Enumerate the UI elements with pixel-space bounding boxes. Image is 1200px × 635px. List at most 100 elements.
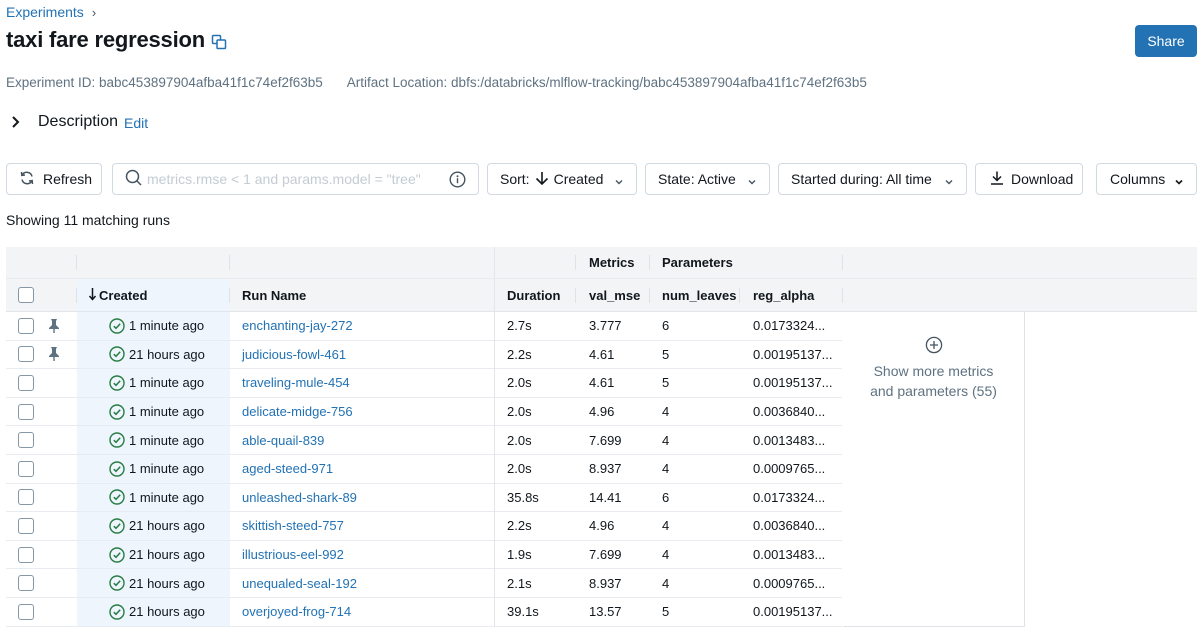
refresh-button[interactable]: Refresh: [6, 163, 102, 195]
table-row[interactable]: 21 hours ago illustrious-eel-992 1.9s 7.699…: [6, 540, 842, 570]
val-mse-cell: 13.57: [589, 604, 622, 620]
breadcrumb-experiments-link[interactable]: Experiments: [6, 4, 84, 20]
status-success-icon: [109, 518, 125, 534]
table-row[interactable]: 21 hours ago overjoyed-frog-714 39.1s 13.57…: [6, 598, 842, 627]
run-name-link[interactable]: judicious-fowl-461: [242, 341, 346, 369]
val-mse-cell: 7.699: [589, 432, 622, 448]
duration-cell: 39.1s: [507, 604, 539, 620]
duration-cell: 35.8s: [507, 489, 539, 505]
sort-label: Sort:: [500, 171, 530, 187]
search-input[interactable]: [147, 171, 447, 187]
refresh-label: Refresh: [43, 171, 93, 187]
run-name-link[interactable]: enchanting-jay-272: [242, 312, 353, 340]
chevron-right-icon[interactable]: [10, 115, 22, 129]
column-header-duration[interactable]: Duration: [507, 279, 560, 311]
started-during-label: Started during: All time: [791, 171, 932, 187]
row-checkbox[interactable]: [18, 432, 34, 449]
row-checkbox[interactable]: [18, 517, 34, 534]
table-row[interactable]: 21 hours ago judicious-fowl-461 2.2s 4.61 5 0…: [6, 340, 842, 370]
column-header-run-name[interactable]: Run Name: [242, 279, 306, 311]
table-row[interactable]: 1 minute ago able-quail-839 2.0s 7.699 4 0.00…: [6, 426, 842, 455]
table-group-header: Metrics Parameters: [6, 247, 1197, 278]
row-checkbox[interactable]: [18, 603, 34, 620]
column-header-reg-alpha[interactable]: reg_alpha: [753, 279, 814, 311]
column-header-created[interactable]: Created: [88, 279, 147, 311]
run-name-link[interactable]: delicate-midge-756: [242, 398, 353, 426]
table-column-header: Created Run Name Duration val_mse num_le…: [6, 278, 1197, 313]
run-name-link[interactable]: skittish-steed-757: [242, 512, 344, 540]
show-more-columns-button[interactable]: Show more metrics and parameters (55): [843, 312, 1025, 627]
run-name-link[interactable]: illustrious-eel-992: [242, 541, 344, 569]
row-checkbox[interactable]: [18, 546, 34, 563]
parameters-group-header: Parameters: [662, 255, 733, 270]
duration-cell: 2.7s: [507, 318, 532, 334]
experiment-meta: Experiment ID: babc453897904afba41f1c74e…: [6, 75, 867, 90]
experiment-id: Experiment ID: babc453897904afba41f1c74e…: [6, 75, 323, 90]
run-name-link[interactable]: able-quail-839: [242, 426, 324, 454]
created-time: 21 hours ago: [129, 604, 205, 620]
status-success-icon: [109, 432, 125, 448]
created-time: 1 minute ago: [129, 461, 205, 477]
val-mse-cell: 4.61: [589, 375, 615, 391]
row-checkbox[interactable]: [18, 575, 34, 592]
duration-cell: 2.2s: [507, 346, 532, 362]
created-cell: 1 minute ago: [109, 455, 204, 483]
sort-dropdown[interactable]: Sort: Created: [487, 163, 637, 195]
status-success-icon: [109, 375, 125, 391]
copy-icon[interactable]: [211, 34, 227, 50]
download-button[interactable]: Download: [975, 163, 1083, 195]
share-button[interactable]: Share: [1135, 25, 1197, 57]
run-name-link[interactable]: unequaled-seal-192: [242, 569, 357, 597]
table-row[interactable]: 1 minute ago enchanting-jay-272 2.7s 3.777 6…: [6, 312, 842, 341]
row-checkbox[interactable]: [18, 489, 34, 506]
state-dropdown[interactable]: State: Active: [645, 163, 770, 195]
row-checkbox[interactable]: [18, 317, 34, 334]
reg-alpha-cell: 0.0173324...: [753, 318, 826, 334]
column-header-num-leaves[interactable]: num_leaves: [662, 279, 736, 311]
description-edit-link[interactable]: Edit: [124, 115, 148, 131]
run-name-link[interactable]: traveling-mule-454: [242, 369, 350, 397]
metrics-group-header: Metrics: [589, 255, 635, 270]
created-time: 21 hours ago: [129, 346, 205, 362]
reg-alpha-cell: 0.0173324...: [753, 489, 826, 505]
search-box[interactable]: [112, 163, 479, 195]
status-success-icon: [109, 489, 125, 506]
table-row[interactable]: 1 minute ago aged-steed-971 2.0s 8.937 4 0.00…: [6, 455, 842, 484]
num-leaves-cell: 4: [662, 432, 670, 448]
download-label: Download: [1011, 171, 1074, 187]
column-header-val-mse[interactable]: val_mse: [589, 279, 640, 311]
description-label: Description: [38, 113, 119, 130]
table-row[interactable]: 1 minute ago delicate-midge-756 2.0s 4.96 4 0…: [6, 397, 842, 427]
duration-cell: 2.0s: [507, 375, 532, 391]
created-cell: 21 hours ago: [109, 512, 205, 540]
artifact-location: Artifact Location: dbfs:/databricks/mlfl…: [346, 75, 867, 90]
num-leaves-cell: 4: [662, 518, 670, 534]
table-row[interactable]: 21 hours ago skittish-steed-757 2.2s 4.96 4 0…: [6, 512, 842, 541]
columns-dropdown[interactable]: Columns: [1096, 163, 1197, 195]
run-name-link[interactable]: aged-steed-971: [242, 455, 333, 483]
duration-cell: 2.0s: [507, 404, 532, 420]
created-cell: 21 hours ago: [109, 598, 205, 626]
run-name-link[interactable]: overjoyed-frog-714: [242, 598, 351, 626]
created-cell: 1 minute ago: [109, 398, 204, 426]
reg-alpha-cell: 0.0013483...: [753, 432, 826, 448]
num-leaves-cell: 6: [662, 318, 670, 334]
info-icon[interactable]: [449, 171, 466, 191]
table-row[interactable]: 1 minute ago traveling-mule-454 2.0s 4.61 5 0…: [6, 369, 842, 398]
breadcrumb-separator: ›: [91, 4, 97, 20]
row-checkbox[interactable]: [18, 374, 34, 391]
run-name-link[interactable]: unleashed-shark-89: [242, 484, 357, 512]
reg-alpha-cell: 0.0036840...: [753, 404, 826, 420]
created-time: 1 minute ago: [129, 404, 205, 420]
row-checkbox[interactable]: [18, 460, 34, 477]
pin-icon[interactable]: [48, 312, 60, 340]
table-row[interactable]: 21 hours ago unequaled-seal-192 2.1s 8.937 4…: [6, 569, 842, 598]
row-checkbox[interactable]: [18, 346, 34, 363]
started-during-dropdown[interactable]: Started during: All time: [778, 163, 967, 195]
pin-icon[interactable]: [48, 341, 60, 369]
select-all-checkbox[interactable]: [18, 287, 34, 303]
created-time: 1 minute ago: [129, 375, 205, 391]
created-cell: 21 hours ago: [109, 341, 205, 369]
table-row[interactable]: 1 minute ago unleashed-shark-89 35.8s 14.41…: [6, 483, 842, 513]
row-checkbox[interactable]: [18, 403, 34, 420]
